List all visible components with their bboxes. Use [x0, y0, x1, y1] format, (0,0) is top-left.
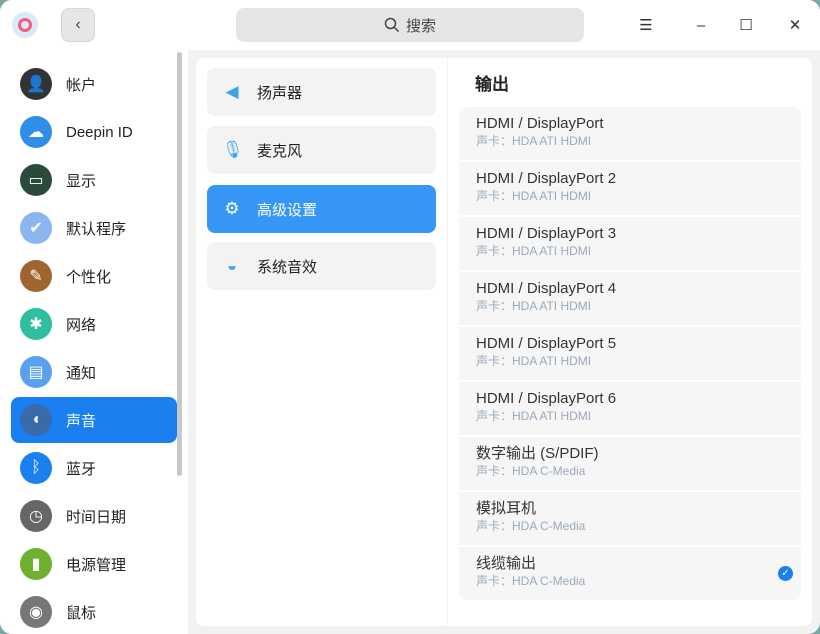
- search-placeholder: 搜索: [405, 17, 436, 35]
- back-button[interactable]: ‹: [61, 8, 95, 42]
- control-center-window: ‹ 搜索 ☰ – ☐ ✕ 👤 帐户 ☁ Deepin ID ▭ 显示 ✔ 默认程序 ✎ 个性化 ✱ 网…: [0, 0, 820, 634]
- sidebar-item-label: 帐户: [66, 76, 97, 94]
- sidebar-item-icon: ✱: [20, 308, 52, 340]
- maximize-button[interactable]: ☐: [731, 10, 761, 40]
- device-name: HDMI / DisplayPort 2: [476, 170, 617, 187]
- sidebar-item[interactable]: ◉ 鼠标: [11, 589, 177, 634]
- sidebar: 👤 帐户 ☁ Deepin ID ▭ 显示 ✔ 默认程序 ✎ 个性化 ✱ 网络 ▤ 通知 ◖ 声音 ᛒ 蓝牙 ◷ 时间…: [0, 50, 188, 634]
- sidebar-item[interactable]: ▮ 电源管理: [11, 541, 177, 587]
- sidebar-item[interactable]: ◖ 声音: [11, 397, 177, 443]
- submenu-item-label: 扬声器: [257, 84, 303, 102]
- output-panel: 输出 HDMI / DisplayPort 声卡：HDA ATI HDMI HDMI…: [448, 58, 812, 626]
- sidebar-item-icon: ▮: [20, 548, 52, 580]
- sidebar-item[interactable]: ☁ Deepin ID: [11, 109, 177, 155]
- sidebar-item-label: 鼠标: [66, 604, 97, 622]
- search-icon: [384, 17, 400, 33]
- submenu-item-icon: ◒: [226, 256, 238, 275]
- device-name: 数字输出 (S/PDIF): [476, 445, 599, 462]
- sidebar-item-label: 蓝牙: [66, 460, 97, 478]
- output-device-item[interactable]: HDMI / DisplayPort 声卡：HDA ATI HDMI: [459, 107, 801, 160]
- sidebar-item[interactable]: ᛒ 蓝牙: [11, 445, 177, 491]
- sidebar-item-icon: 👤: [20, 68, 52, 100]
- device-name: 模拟耳机: [476, 500, 537, 517]
- sidebar-item-icon: ◖: [20, 404, 52, 436]
- device-name: HDMI / DisplayPort: [476, 115, 604, 132]
- submenu-item-icon: ◀: [225, 82, 239, 101]
- sidebar-item-icon: ▤: [20, 356, 52, 388]
- sidebar-item[interactable]: ◷ 时间日期: [11, 493, 177, 539]
- device-card: 声卡：HDA ATI HDMI: [476, 134, 592, 148]
- submenu-item-label: 系统音效: [257, 258, 318, 276]
- submenu-item[interactable]: ⚙ 高级设置: [207, 185, 436, 233]
- submenu-item[interactable]: ◀ 扬声器: [207, 68, 436, 116]
- sidebar-item-label: 声音: [66, 412, 97, 430]
- device-card: 声卡：HDA ATI HDMI: [476, 299, 592, 313]
- device-name: HDMI / DisplayPort 4: [476, 280, 617, 297]
- device-name: 线缆输出: [476, 555, 537, 572]
- device-name: HDMI / DisplayPort 5: [476, 335, 617, 352]
- sidebar-item-icon: ◷: [20, 500, 52, 532]
- output-device-item[interactable]: HDMI / DisplayPort 4 声卡：HDA ATI HDMI: [459, 272, 801, 325]
- sidebar-item-label: 电源管理: [66, 556, 127, 574]
- sound-submenu: ◀ 扬声器 🎙 麦克风 ⚙ 高级设置 ◒ 系统音效: [196, 58, 447, 626]
- sidebar-item[interactable]: ✎ 个性化: [11, 253, 177, 299]
- sidebar-item-icon: ☁: [20, 116, 52, 148]
- menu-button[interactable]: ☰: [631, 10, 661, 40]
- sidebar-item-icon: ◉: [20, 596, 52, 628]
- sidebar-item[interactable]: ✱ 网络: [11, 301, 177, 347]
- sidebar-item-label: 网络: [66, 316, 97, 334]
- sidebar-item-icon: ✎: [20, 260, 52, 292]
- device-card: 声卡：HDA ATI HDMI: [476, 354, 592, 368]
- device-card: 声卡：HDA C-Media: [476, 574, 586, 588]
- sidebar-item-icon: ✔: [20, 212, 52, 244]
- sidebar-item-icon: ᛒ: [20, 452, 52, 484]
- output-device-item[interactable]: 模拟耳机声卡：HDA C-Media: [459, 492, 801, 545]
- sidebar-item-label: 通知: [66, 364, 97, 382]
- sidebar-item-label: 时间日期: [66, 508, 127, 526]
- close-button[interactable]: ✕: [780, 10, 810, 40]
- output-title: 输出: [475, 75, 509, 94]
- submenu-item-label: 麦克风: [257, 142, 303, 160]
- sidebar-scrollbar[interactable]: [177, 52, 182, 476]
- output-device-item[interactable]: HDMI / DisplayPort 5 声卡：HDA ATI HDMI: [459, 327, 801, 380]
- output-device-item[interactable]: HDMI / DisplayPort 3 声卡：HDA ATI HDMI: [459, 217, 801, 270]
- device-name: HDMI / DisplayPort 6: [476, 390, 617, 407]
- device-card: 声卡：HDA C-Media: [476, 464, 586, 478]
- sidebar-item[interactable]: ▤ 通知: [11, 349, 177, 395]
- output-device-item[interactable]: 线缆输出声卡：HDA C-Media ✓: [459, 547, 801, 600]
- output-device-item[interactable]: 数字输出 (S/PDIF) 声卡：HDA C-Media: [459, 437, 801, 490]
- device-card: 声卡：HDA C-Media: [476, 519, 586, 533]
- submenu-item[interactable]: 🎙 麦克风: [207, 126, 436, 174]
- submenu-item-icon: 🎙: [222, 140, 244, 159]
- device-card: 声卡：HDA ATI HDMI: [476, 189, 592, 203]
- checkmark-icon: ✓: [778, 566, 793, 581]
- output-device-item[interactable]: HDMI / DisplayPort 2 声卡：HDA ATI HDMI: [459, 162, 801, 215]
- submenu-item[interactable]: ◒ 系统音效: [207, 242, 436, 290]
- device-card: 声卡：HDA ATI HDMI: [476, 244, 592, 258]
- sidebar-item-label: 默认程序: [66, 220, 127, 238]
- device-card: 声卡：HDA ATI HDMI: [476, 409, 592, 423]
- sidebar-item-icon: ▭: [20, 164, 52, 196]
- output-device-item[interactable]: HDMI / DisplayPort 6 声卡：HDA ATI HDMI: [459, 382, 801, 435]
- submenu-item-label: 高级设置: [257, 201, 318, 219]
- sidebar-item-label: Deepin ID: [66, 123, 133, 141]
- sidebar-item[interactable]: ▭ 显示: [11, 157, 177, 203]
- sidebar-item-label: 显示: [66, 172, 97, 190]
- submenu-item-icon: ⚙: [224, 199, 240, 218]
- minimize-button[interactable]: –: [686, 10, 716, 40]
- device-name: HDMI / DisplayPort 3: [476, 225, 617, 242]
- sidebar-item-label: 个性化: [66, 268, 112, 286]
- search-input[interactable]: 搜索: [236, 8, 584, 42]
- titlebar: ‹ 搜索 ☰ – ☐ ✕: [0, 0, 820, 50]
- sidebar-item[interactable]: ✔ 默认程序: [11, 205, 177, 251]
- app-icon: [12, 12, 38, 38]
- sidebar-item[interactable]: 👤 帐户: [11, 61, 177, 107]
